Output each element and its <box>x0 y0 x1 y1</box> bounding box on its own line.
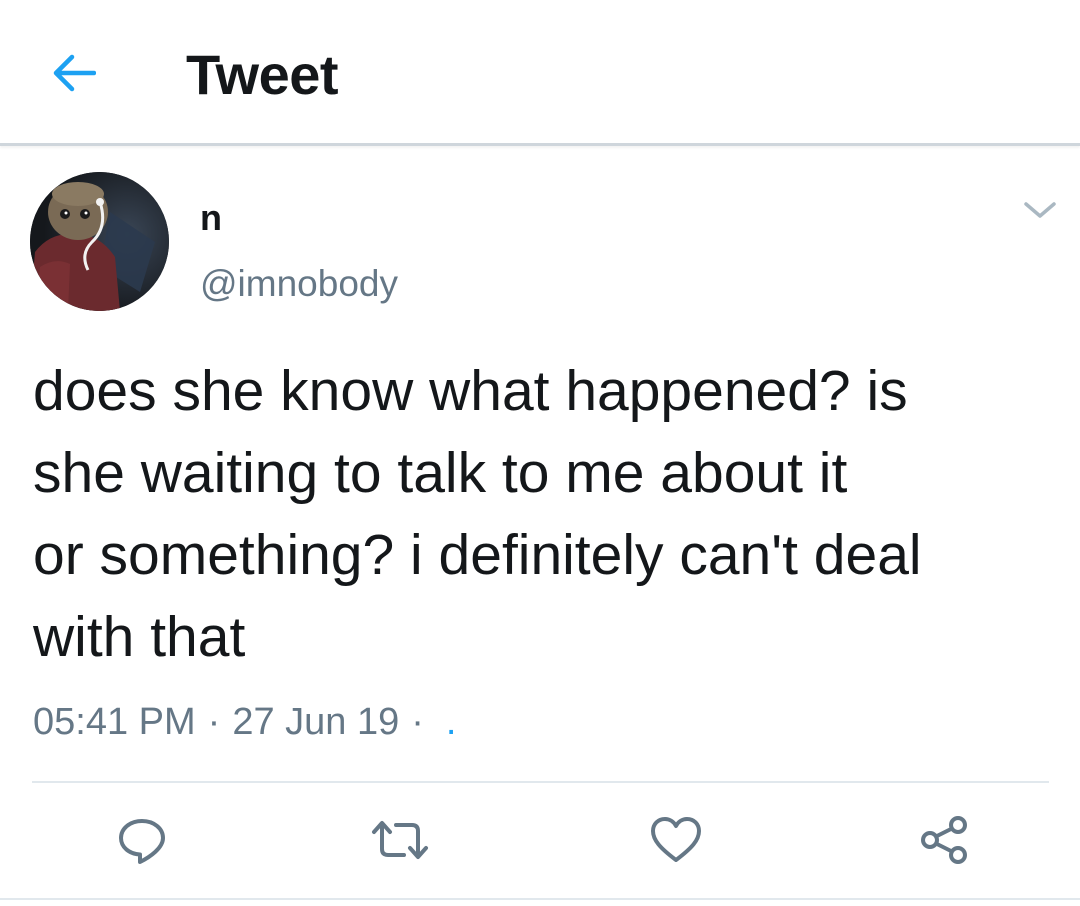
avatar[interactable] <box>30 172 169 311</box>
meta-separator: · <box>207 701 221 743</box>
back-button[interactable] <box>38 40 108 106</box>
tweet-action-bar <box>0 800 1080 880</box>
meta-separator-2: · <box>411 701 424 743</box>
arrow-left-icon <box>53 54 96 92</box>
tweet-detail-screen: Tweet n @imnobody does she know what hap… <box>0 0 1080 906</box>
tweet-metadata: 05:41 PM · 27 Jun 19 · . <box>33 700 456 744</box>
tweet-source-link[interactable]: . <box>446 700 457 744</box>
user-display-name[interactable]: n <box>200 196 222 240</box>
tweet-options-button[interactable] <box>1018 192 1062 228</box>
divider <box>32 781 1049 783</box>
share-button[interactable] <box>912 808 976 872</box>
share-icon <box>921 816 967 864</box>
bottom-divider <box>0 898 1080 900</box>
retweet-icon <box>372 821 428 859</box>
top-app-bar: Tweet <box>0 0 1080 146</box>
profile-photo <box>30 172 169 311</box>
heart-icon <box>651 817 701 862</box>
retweet-button[interactable] <box>368 808 432 872</box>
tweet-time: 05:41 PM <box>33 701 196 743</box>
tweet-date: 27 Jun 19 <box>232 701 400 743</box>
user-handle[interactable]: @imnobody <box>200 262 398 306</box>
tweet-body-text: does she know what happened? is she wait… <box>33 359 922 669</box>
like-button[interactable] <box>644 808 708 872</box>
reply-button[interactable] <box>110 808 174 872</box>
reply-icon <box>119 819 165 864</box>
chevron-down-icon <box>1024 202 1056 218</box>
page-title: Tweet <box>186 43 339 106</box>
